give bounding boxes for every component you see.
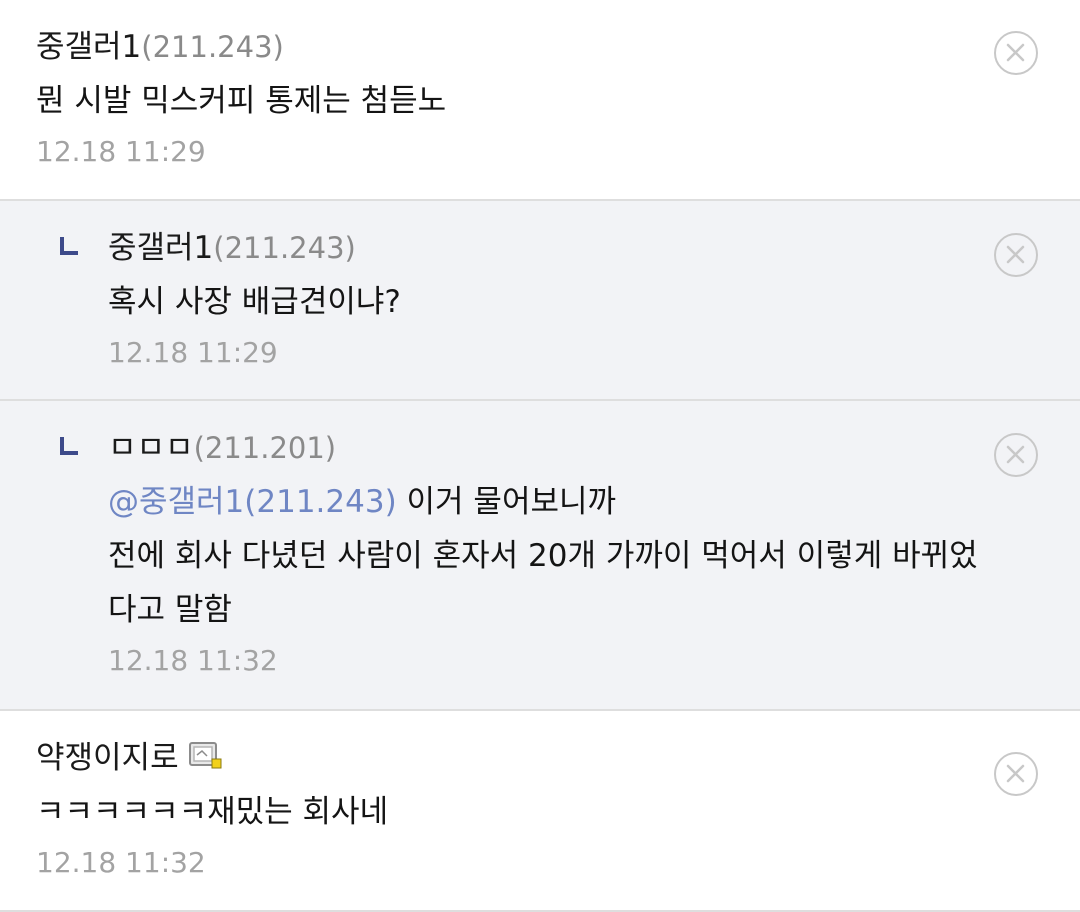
- comment-text-line: 이거 물어보니까: [396, 484, 617, 520]
- comment-nickname[interactable]: 중갤러1: [108, 230, 213, 266]
- comment-nickname[interactable]: ㅁㅁㅁ: [108, 430, 194, 466]
- comment-date: 12.18 11:32: [108, 644, 278, 677]
- comment-nickname[interactable]: 중갤러1: [36, 29, 141, 65]
- comment-author-line: 중갤러1(211.243): [36, 26, 980, 68]
- reply-arrow-icon: [60, 437, 78, 455]
- delete-icon[interactable]: [994, 433, 1038, 477]
- comment-text-line: 다고 말함: [108, 592, 232, 628]
- comment-author-line: 약쟁이지로: [36, 737, 980, 779]
- fixed-nick-gallery-icon: [188, 742, 222, 769]
- comment-item: 약쟁이지로 ㅋㅋㅋㅋㅋㅋ재밌는 회사네 12.18 11:32: [0, 711, 1080, 912]
- reply-arrow-icon: [60, 237, 78, 255]
- comment-text: 뭔 시발 믹스커피 통제는 첨듣노: [36, 74, 980, 128]
- comment-author-line: ㅁㅁㅁ(211.201): [108, 427, 980, 469]
- comment-text-line: 혹시 사장 배급견이냐?: [108, 284, 401, 320]
- delete-icon[interactable]: [994, 233, 1038, 277]
- comment-item: 중갤러1(211.243) 뭔 시발 믹스커피 통제는 첨듣노 12.18 11…: [0, 0, 1080, 201]
- comment-text-line: 전에 회사 다녔던 사람이 혼자서 20개 가까이 먹어서 이렇게 바뀌었: [108, 538, 978, 574]
- comment-ip: (211.243): [141, 30, 284, 64]
- comment-date: 12.18 11:29: [108, 336, 278, 369]
- comment-text: @중갤러1(211.243) 이거 물어보니까 전에 회사 다녔던 사람이 혼자…: [108, 475, 980, 637]
- delete-icon[interactable]: [994, 31, 1038, 75]
- comment-text-line: 뭔 시발 믹스커피 통제는 첨듣노: [36, 83, 447, 119]
- comment-date: 12.18 11:29: [36, 135, 206, 168]
- comment-text-line: ㅋㅋㅋㅋㅋㅋ재밌는 회사네: [36, 794, 389, 830]
- comment-text: 혹시 사장 배급견이냐?: [108, 275, 980, 329]
- comment-author-line: 중갤러1(211.243): [108, 227, 980, 269]
- reply-comment-item: 중갤러1(211.243) 혹시 사장 배급견이냐? 12.18 11:29: [0, 201, 1080, 401]
- comment-ip: (211.243): [213, 231, 356, 265]
- delete-icon[interactable]: [994, 752, 1038, 796]
- reply-comment-item: ㅁㅁㅁ(211.201) @중갤러1(211.243) 이거 물어보니까 전에 …: [0, 401, 1080, 711]
- mention-link[interactable]: @중갤러1(211.243): [108, 484, 397, 520]
- comment-nickname[interactable]: 약쟁이지로: [36, 740, 179, 776]
- comment-date: 12.18 11:32: [36, 846, 206, 879]
- comment-ip: (211.201): [193, 431, 337, 465]
- comment-text: ㅋㅋㅋㅋㅋㅋ재밌는 회사네: [36, 785, 980, 839]
